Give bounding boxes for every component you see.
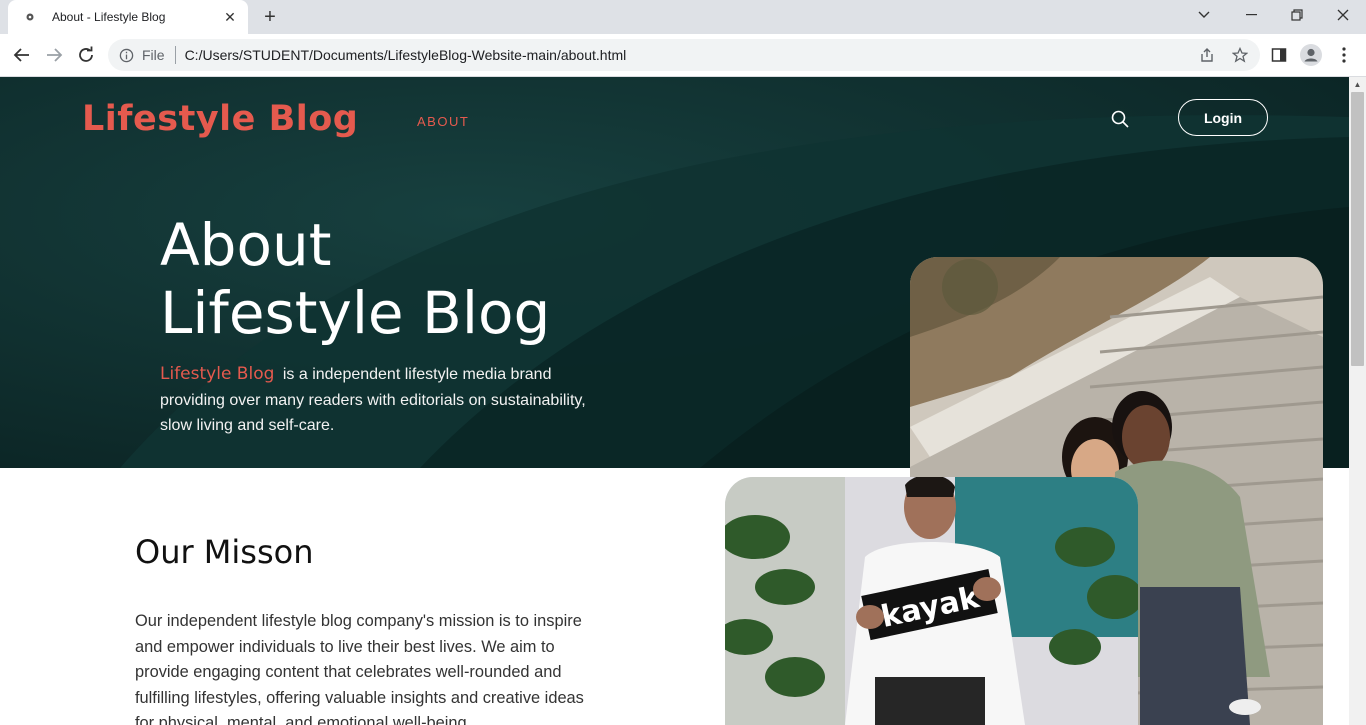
hero-title-line-2: Lifestyle Blog xyxy=(160,279,551,347)
reload-icon xyxy=(79,46,93,62)
browser-tab[interactable]: About - Lifestyle Blog ✕ xyxy=(8,0,248,34)
back-arrow-icon xyxy=(13,48,29,62)
share-icon[interactable] xyxy=(1198,46,1216,64)
mission-title: Our Misson xyxy=(135,533,314,571)
forward-arrow-icon xyxy=(47,48,63,62)
page-viewport: Lifestyle Blog ABOUT Login About Lifesty… xyxy=(0,77,1349,725)
back-button[interactable] xyxy=(8,41,36,69)
tab-close-icon[interactable]: ✕ xyxy=(222,9,238,25)
mission-text: Our independent lifestyle blog company's… xyxy=(135,612,584,725)
browser-toolbar: File C:/Users/STUDENT/Documents/Lifestyl… xyxy=(0,34,1366,77)
nav-link-about[interactable]: ABOUT xyxy=(417,114,469,129)
hero-description: Lifestyle Blog is a independent lifestyl… xyxy=(160,362,610,439)
address-bar[interactable]: File C:/Users/STUDENT/Documents/Lifestyl… xyxy=(108,39,1260,71)
scrollbar-thumb[interactable] xyxy=(1351,92,1364,366)
browser-tab-bar: About - Lifestyle Blog ✕ + xyxy=(0,0,1366,34)
url-separator xyxy=(174,46,176,64)
login-button[interactable]: Login xyxy=(1178,99,1268,136)
reload-button[interactable] xyxy=(72,41,100,69)
tab-title: About - Lifestyle Blog xyxy=(52,10,166,24)
hero-title-line-1: About xyxy=(160,211,332,279)
scroll-up-arrow-icon[interactable]: ▲ xyxy=(1349,77,1366,91)
search-button[interactable] xyxy=(1108,107,1132,131)
tab-search-chevron-icon[interactable] xyxy=(1181,0,1227,30)
side-panel-icon[interactable] xyxy=(1268,44,1290,66)
url-scheme-label: File xyxy=(142,47,165,63)
hero-title: About Lifestyle Blog xyxy=(160,211,550,347)
restore-button[interactable] xyxy=(1274,0,1320,30)
page-favicon-icon xyxy=(22,9,38,25)
close-window-button[interactable] xyxy=(1320,0,1366,30)
brand-logo[interactable]: Lifestyle Blog xyxy=(82,99,358,139)
url-text[interactable]: C:/Users/STUDENT/Documents/LifestyleBlog… xyxy=(185,47,1260,63)
bookmark-star-icon[interactable] xyxy=(1231,46,1249,64)
search-icon xyxy=(1111,110,1129,128)
minimize-button[interactable] xyxy=(1228,0,1274,30)
menu-kebab-icon[interactable] xyxy=(1333,44,1355,66)
photo-man-with-sign: kayak xyxy=(725,477,1138,725)
new-tab-button[interactable]: + xyxy=(258,5,282,29)
info-icon[interactable] xyxy=(118,47,134,63)
forward-button[interactable] xyxy=(40,41,68,69)
hero-description-highlight: Lifestyle Blog xyxy=(160,364,275,384)
profile-avatar-icon[interactable] xyxy=(1300,44,1322,66)
